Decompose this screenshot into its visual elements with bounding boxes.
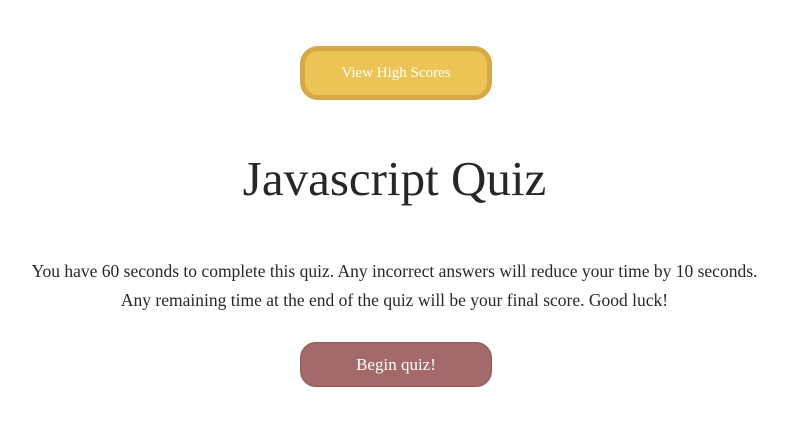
view-high-scores-button[interactable]: View High Scores [300,46,492,100]
page-title: Javascript Quiz [242,151,547,206]
begin-quiz-button[interactable]: Begin quiz! [300,342,492,387]
quiz-start-page: View High Scores Javascript Quiz You hav… [0,0,789,423]
quiz-instructions: You have 60 seconds to complete this qui… [31,261,758,310]
